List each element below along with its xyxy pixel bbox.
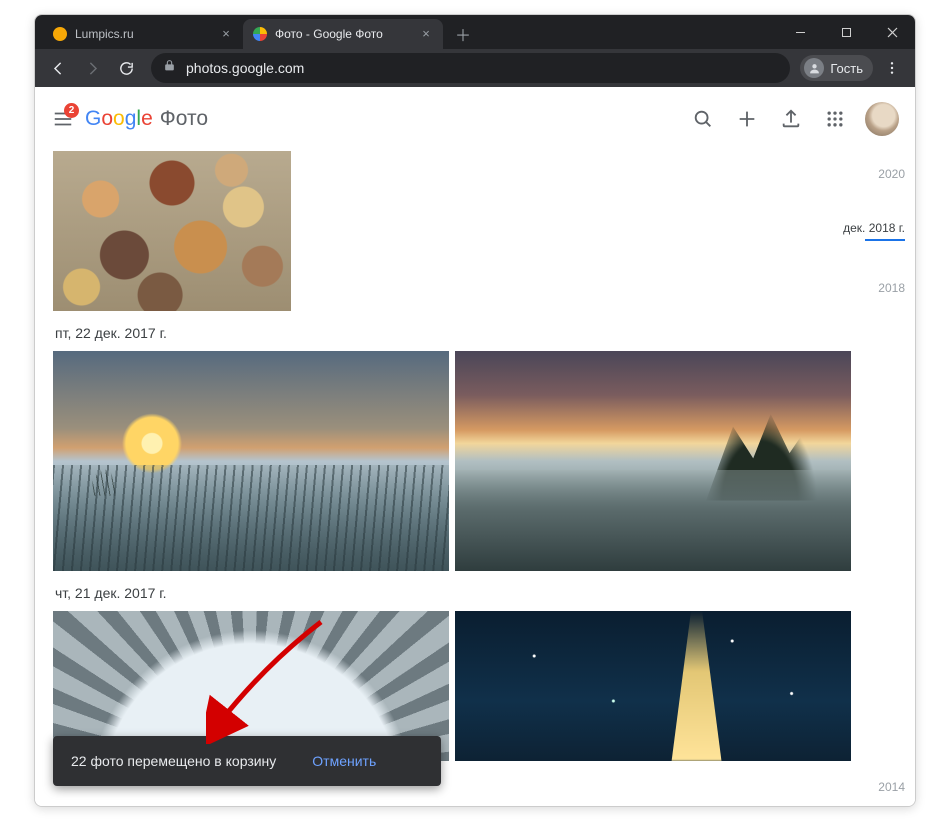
timeline-indicator — [865, 239, 905, 241]
maximize-button[interactable] — [823, 15, 869, 49]
back-button[interactable] — [43, 53, 73, 83]
search-button[interactable] — [681, 97, 725, 141]
upload-button[interactable] — [769, 97, 813, 141]
app-header: 2 Google Фото — [35, 87, 915, 151]
favicon-icon — [53, 27, 67, 41]
user-icon — [804, 58, 824, 78]
google-apps-button[interactable] — [813, 97, 857, 141]
menu-button[interactable]: 2 — [49, 105, 77, 133]
tab-title: Lumpics.ru — [75, 27, 219, 41]
minimize-button[interactable] — [777, 15, 823, 49]
photo-grid: пт, 22 дек. 2017 г. чт, 21 дек. 2017 г. … — [35, 151, 915, 806]
timeline-month: дек. 2018 г. — [835, 221, 905, 235]
browser-menu-button[interactable] — [877, 60, 907, 76]
timeline-year: 2020 — [835, 167, 905, 181]
undo-toast: 22 фото перемещено в корзину Отменить — [53, 736, 441, 786]
titlebar: Lumpics.ru × Фото - Google Фото × ＋ — [35, 15, 915, 49]
close-window-button[interactable] — [869, 15, 915, 49]
profile-chip[interactable]: Гость — [800, 55, 873, 81]
photo-thumbnail[interactable] — [455, 611, 851, 761]
date-group-label: чт, 21 дек. 2017 г. — [55, 585, 915, 601]
tab-lumpics[interactable]: Lumpics.ru × — [43, 19, 243, 49]
reload-button[interactable] — [111, 53, 141, 83]
tabstrip: Lumpics.ru × Фото - Google Фото × ＋ — [43, 15, 777, 49]
notification-badge: 2 — [64, 103, 79, 118]
photo-thumbnail[interactable] — [53, 151, 291, 311]
timeline-year: 2018 — [835, 281, 905, 295]
lock-icon — [163, 59, 176, 77]
photo-thumbnail[interactable] — [53, 351, 449, 571]
tab-title: Фото - Google Фото — [275, 27, 419, 41]
profile-label: Гость — [830, 61, 863, 76]
forward-button[interactable] — [77, 53, 107, 83]
new-tab-button[interactable]: ＋ — [443, 19, 483, 49]
close-icon[interactable]: × — [219, 27, 233, 41]
google-photos-logo[interactable]: Google Фото — [85, 107, 208, 131]
url-text: photos.google.com — [186, 60, 304, 76]
account-avatar[interactable] — [865, 102, 899, 136]
favicon-icon — [253, 27, 267, 41]
tab-google-photos[interactable]: Фото - Google Фото × — [243, 19, 443, 49]
date-group-label: пт, 22 дек. 2017 г. — [55, 325, 915, 341]
create-button[interactable] — [725, 97, 769, 141]
window-controls — [777, 15, 915, 49]
undo-button[interactable]: Отменить — [312, 753, 376, 769]
timeline-year: 2014 — [878, 780, 905, 794]
address-bar: photos.google.com Гость — [35, 49, 915, 87]
timeline-scrubber[interactable]: 2020 дек. 2018 г. 2018 — [835, 167, 905, 335]
product-name: Фото — [160, 107, 208, 131]
app-body: 2 Google Фото пт, 22 дек. 2017 г. — [35, 87, 915, 806]
toast-message: 22 фото перемещено в корзину — [71, 753, 276, 769]
photo-thumbnail[interactable] — [455, 351, 851, 571]
browser-window: Lumpics.ru × Фото - Google Фото × ＋ phot… — [34, 14, 916, 807]
close-icon[interactable]: × — [419, 27, 433, 41]
omnibox[interactable]: photos.google.com — [151, 53, 790, 83]
